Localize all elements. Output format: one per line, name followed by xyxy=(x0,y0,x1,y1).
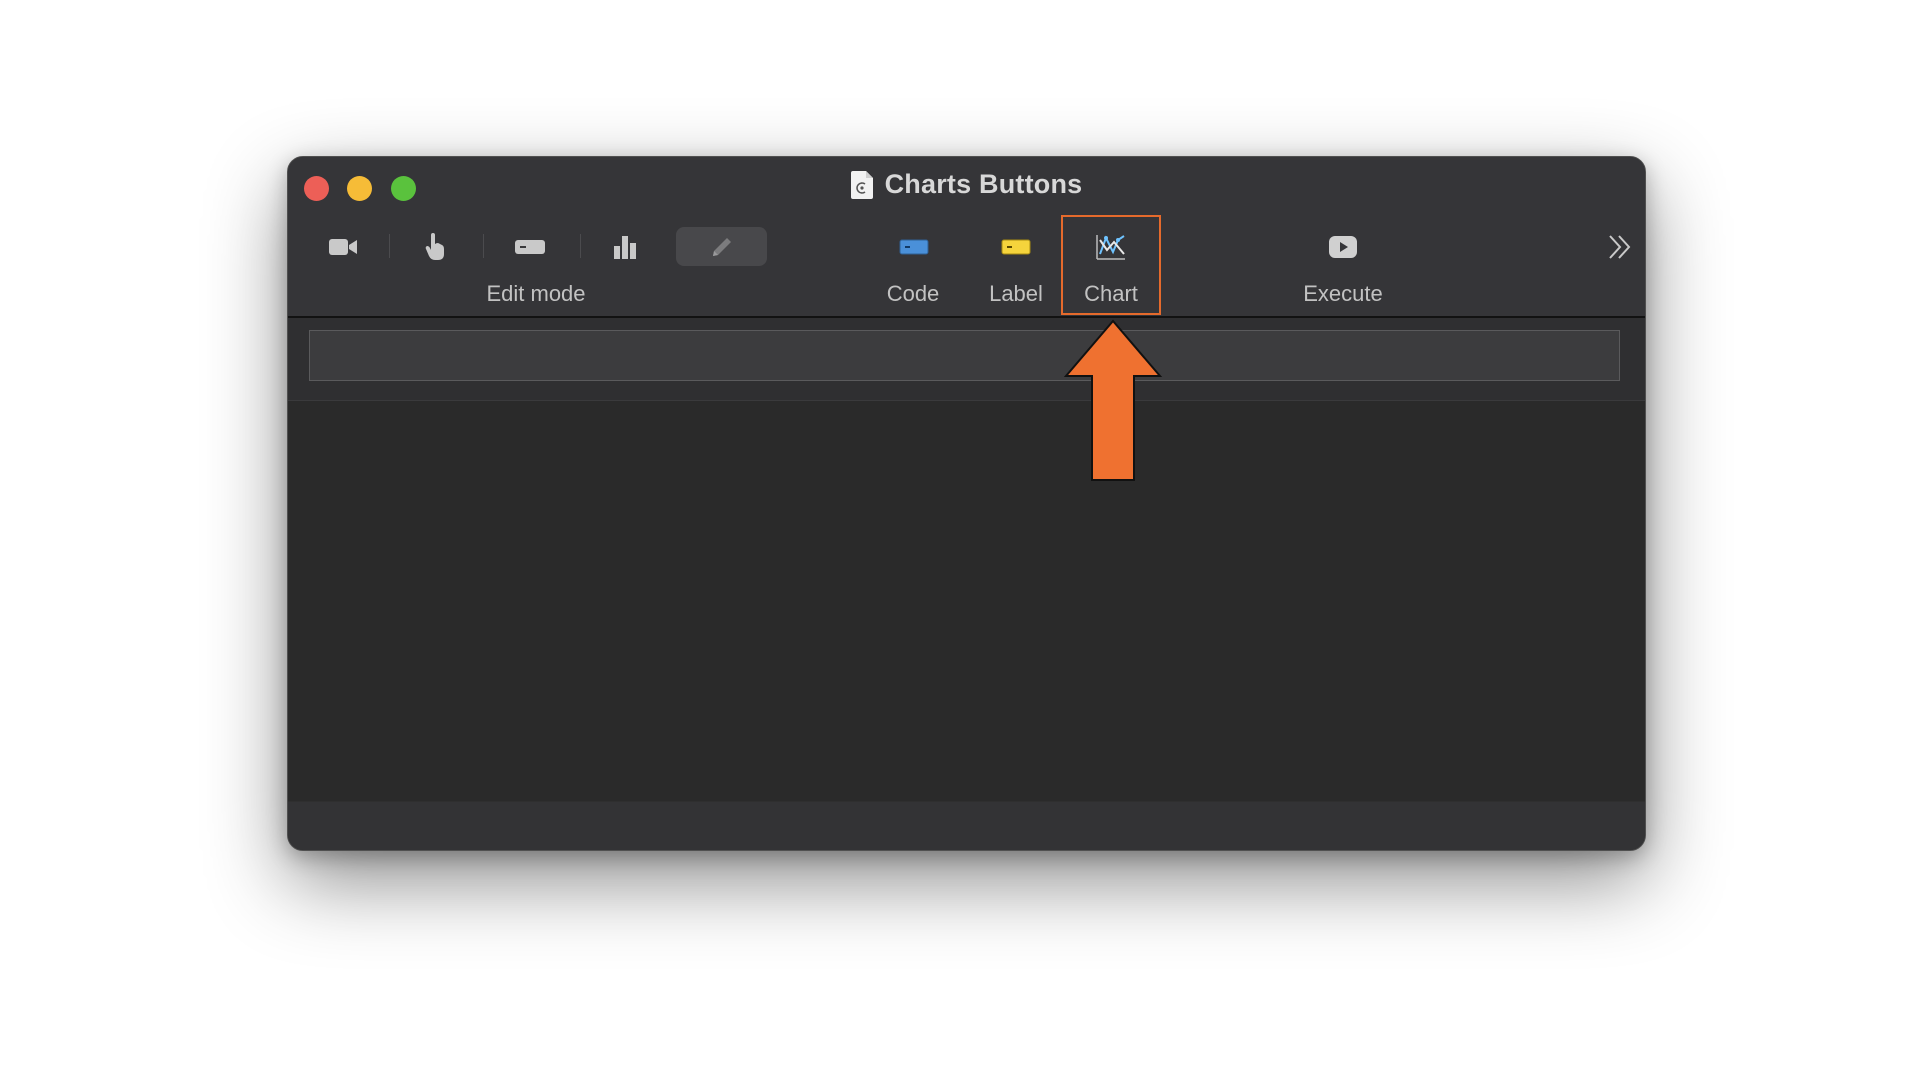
toolbar-separator xyxy=(389,234,390,258)
code-label: Code xyxy=(886,281,940,306)
pencil-tool-button[interactable] xyxy=(676,227,767,266)
label-button-icon-area xyxy=(998,229,1034,265)
play-button-icon xyxy=(1329,236,1357,258)
pointer-tool-button[interactable] xyxy=(415,227,455,267)
window-title: Charts Buttons xyxy=(884,169,1083,199)
chart-button-icon-area xyxy=(1091,227,1131,267)
execute-label: Execute xyxy=(1303,281,1383,306)
document-app-icon xyxy=(850,170,873,199)
annotation-arrow xyxy=(1063,319,1163,481)
pointer-hand-icon xyxy=(425,233,444,260)
search-input[interactable] xyxy=(309,330,1620,381)
video-tool-button[interactable] xyxy=(323,229,363,265)
code-block-icon xyxy=(899,239,929,255)
bar-chart-tool-button[interactable] xyxy=(605,227,645,267)
double-chevron-right-icon xyxy=(1609,235,1631,259)
bar-chart-icon xyxy=(614,236,636,259)
content-area xyxy=(288,401,1645,801)
line-chart-icon xyxy=(1096,235,1125,260)
toolbar-overflow-button[interactable] xyxy=(1604,231,1636,263)
chart-label: Chart xyxy=(1084,281,1138,306)
input-bar xyxy=(288,318,1645,401)
titlebar-toolbar: Charts Buttons Edit mode Code Label Char… xyxy=(288,157,1645,318)
window-title-area: Charts Buttons xyxy=(288,169,1645,200)
app-window: Charts Buttons Edit mode Code Label Char… xyxy=(287,156,1646,851)
pencil-icon xyxy=(712,237,731,256)
status-bar xyxy=(288,801,1645,850)
execute-button-icon-area xyxy=(1324,229,1362,265)
label-tag-icon xyxy=(1001,239,1031,255)
button-tool-button[interactable] xyxy=(508,229,552,265)
edit-mode-label: Edit mode xyxy=(486,281,586,306)
code-button-icon-area xyxy=(896,229,932,265)
video-camera-icon xyxy=(329,239,357,255)
toolbar-separator xyxy=(483,234,484,258)
label-label: Label xyxy=(989,281,1043,306)
button-shape-icon xyxy=(515,240,545,254)
toolbar-separator xyxy=(580,234,581,258)
